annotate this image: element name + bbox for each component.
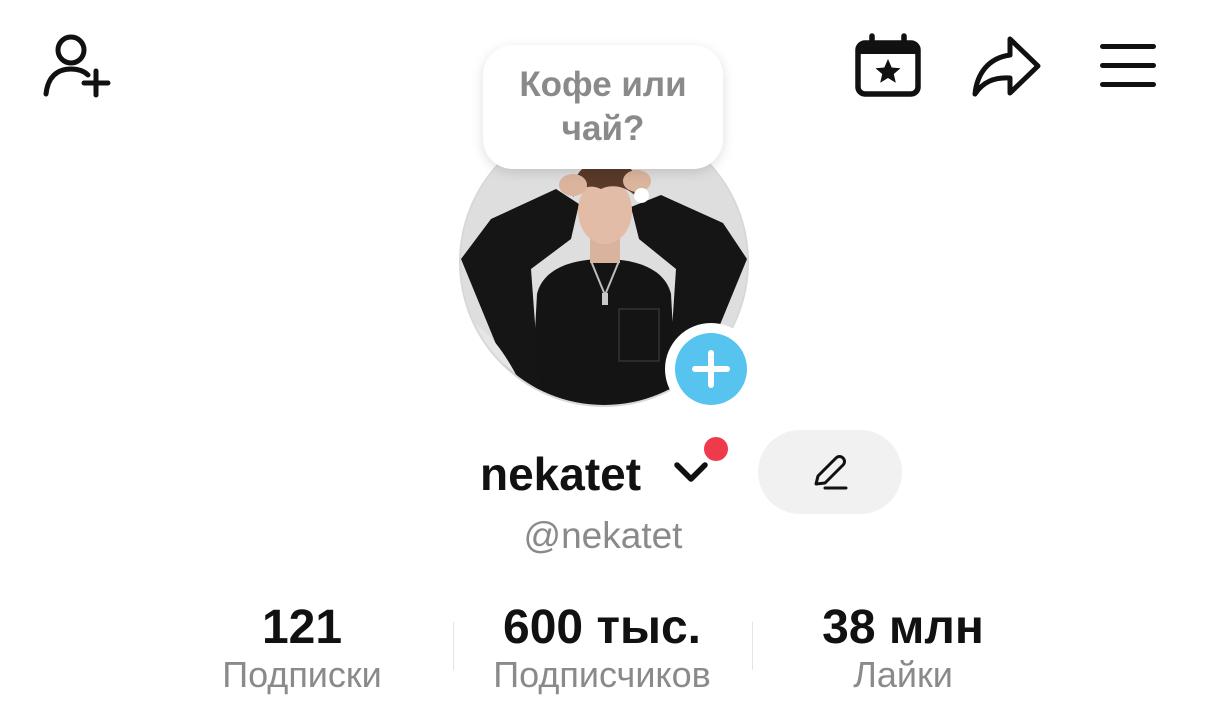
stat-likes[interactable]: 38 млн Лайки — [783, 600, 1023, 698]
calendar-button[interactable] — [852, 33, 924, 99]
stat-divider — [453, 622, 454, 670]
share-button[interactable] — [968, 33, 1044, 99]
stat-followers-value: 600 тыс. — [503, 601, 701, 654]
add-story-button[interactable] — [665, 323, 757, 415]
person-add-icon — [43, 34, 111, 98]
calendar-star-icon — [855, 33, 921, 97]
menu-button[interactable] — [1096, 40, 1160, 92]
plus-icon — [692, 350, 730, 388]
hamburger-menu-icon — [1100, 44, 1156, 87]
stat-likes-label: Лайки — [853, 654, 953, 695]
note-bubble[interactable]: Кофе или чай? — [483, 45, 723, 169]
add-badge-circle — [675, 333, 747, 405]
chevron-down-icon — [674, 462, 708, 482]
stat-divider — [752, 622, 753, 670]
stat-likes-value: 38 млн — [822, 601, 984, 654]
pencil-icon — [814, 455, 848, 490]
note-text: Кофе или чай? — [519, 65, 687, 148]
stat-followers[interactable]: 600 тыс. Подписчиков — [462, 600, 742, 698]
account-switch-button[interactable] — [672, 459, 710, 490]
share-arrow-icon — [972, 36, 1041, 97]
username[interactable]: nekatet — [480, 447, 641, 501]
edit-profile-button[interactable] — [758, 430, 902, 514]
stat-following-value: 121 — [261, 601, 343, 654]
note-bubble-tail — [634, 188, 649, 203]
notification-dot — [704, 437, 728, 461]
stat-following[interactable]: 121 Подписки — [192, 600, 412, 698]
stat-followers-label: Подписчиков — [493, 654, 711, 695]
add-friend-button[interactable] — [38, 30, 118, 102]
stat-following-label: Подписки — [222, 654, 382, 695]
user-handle: @nekatet — [523, 515, 683, 556]
